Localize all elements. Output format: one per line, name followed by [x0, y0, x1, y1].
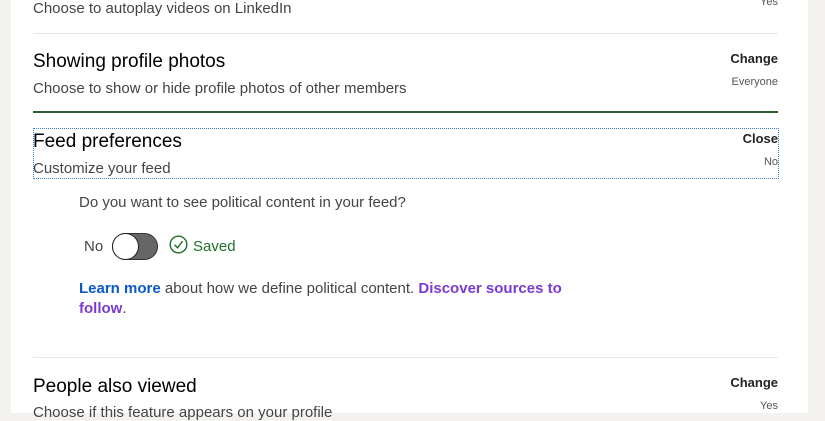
- learn-more-link[interactable]: Learn more: [79, 280, 161, 297]
- autoplay-value: Yes: [760, 0, 778, 8]
- political-info-text: Learn more about how we define political…: [79, 279, 562, 319]
- profile-photos-change-button[interactable]: Change: [730, 51, 778, 66]
- divider: [33, 33, 778, 34]
- period: .: [122, 300, 127, 317]
- discover-sources-link-cont[interactable]: follow: [79, 300, 122, 317]
- political-content-toggle[interactable]: [112, 233, 158, 260]
- toggle-label: No: [84, 238, 104, 255]
- profile-photos-value: Everyone: [731, 76, 778, 88]
- political-content-question: Do you want to see political content in …: [79, 194, 406, 211]
- feed-preferences-title: Feed preferences: [33, 131, 182, 152]
- people-also-viewed-change-button[interactable]: Change: [730, 375, 778, 390]
- profile-photos-description: Choose to show or hide profile photos of…: [33, 80, 407, 97]
- feed-preferences-description: Customize your feed: [33, 160, 171, 177]
- divider: [33, 357, 778, 358]
- feed-preferences-value: No: [763, 156, 778, 168]
- section-divider-active: [33, 111, 778, 113]
- discover-sources-link[interactable]: Discover sources to: [418, 280, 561, 297]
- saved-status: Saved: [193, 238, 236, 255]
- people-also-viewed-title: People also viewed: [33, 376, 197, 397]
- people-also-viewed-value: Yes: [760, 400, 778, 412]
- profile-photos-title: Showing profile photos: [33, 51, 226, 72]
- check-circle-icon: [169, 235, 188, 254]
- feed-preferences-close-button[interactable]: Close: [743, 131, 778, 146]
- toggle-knob: [112, 233, 139, 260]
- info-text: about how we define political content.: [160, 280, 419, 297]
- autoplay-description: Choose to autoplay videos on LinkedIn: [33, 0, 292, 17]
